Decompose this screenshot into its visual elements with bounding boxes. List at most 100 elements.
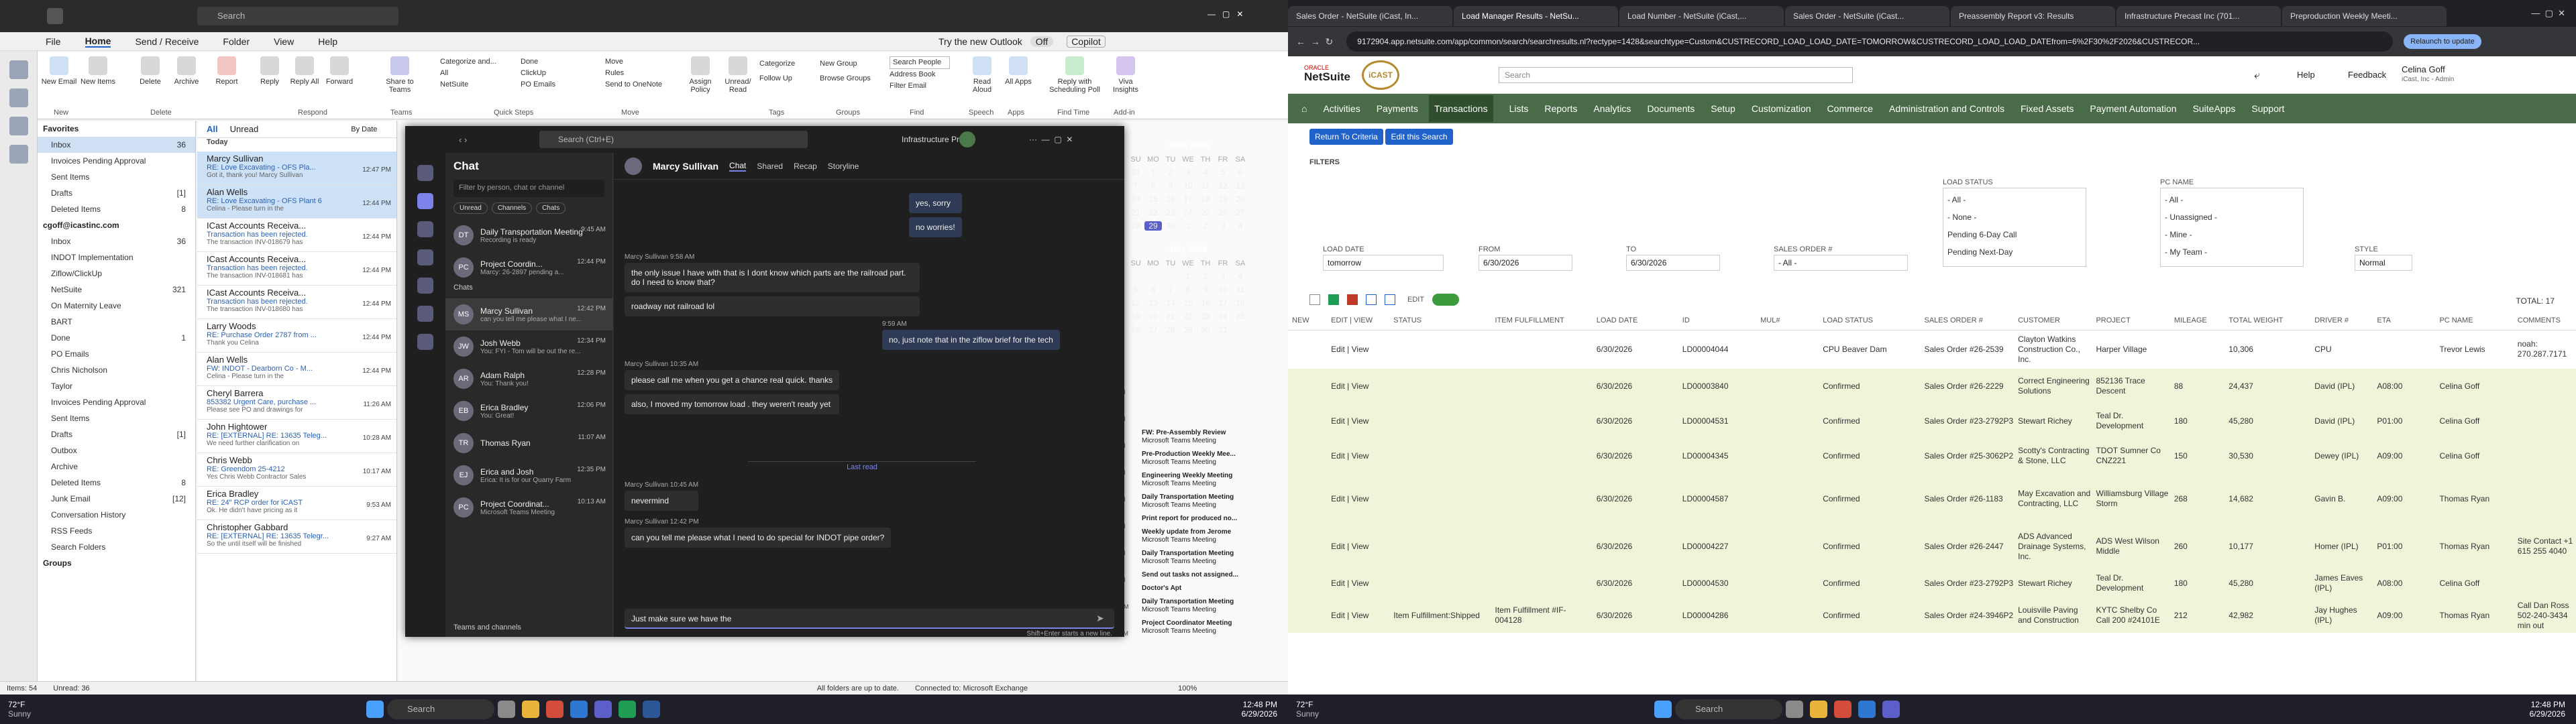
- tab-recap[interactable]: Recap: [794, 162, 817, 171]
- calendar-icon[interactable]: [417, 249, 433, 265]
- start-icon[interactable]: [366, 701, 384, 718]
- style-select[interactable]: Normal: [2355, 255, 2412, 271]
- listbox-option[interactable]: - My Team -: [2165, 243, 2299, 261]
- report-button[interactable]: Report: [208, 56, 246, 86]
- folder-item[interactable]: Outbox: [38, 442, 195, 459]
- from-date-input[interactable]: 6/30/2026: [1479, 255, 1572, 271]
- folder-item[interactable]: On Maternity Leave: [38, 298, 195, 314]
- folder-item[interactable]: Deleted Items 8: [38, 475, 195, 491]
- column-header[interactable]: COMMENTS: [2513, 311, 2576, 330]
- task-view-icon[interactable]: [498, 701, 516, 718]
- quick-steps[interactable]: Categorize and... All NetSuite: [440, 56, 496, 90]
- load-status-listbox[interactable]: - All -- None - Pending 6-Day Call Pending…: [1943, 188, 2086, 267]
- find-group[interactable]: Search People Address Book Filter Email: [890, 56, 950, 92]
- calendar-day[interactable]: 1: [1179, 221, 1197, 231]
- new-outlook-toggle[interactable]: Off: [1030, 36, 1054, 47]
- nav-lists[interactable]: Lists: [1509, 103, 1529, 114]
- listbox-option[interactable]: Pending Next-Day: [1947, 243, 2082, 261]
- calendar-day[interactable]: 21: [1127, 208, 1144, 217]
- browser-tab[interactable]: Load Manager Results - NetSu...: [1454, 6, 1618, 26]
- edit-view-link[interactable]: Edit | View: [1327, 369, 1390, 404]
- agenda-item[interactable]: Daily Transportation Meeting Microsoft Te…: [1142, 550, 1276, 566]
- calls-icon[interactable]: [417, 278, 433, 294]
- calendar-day[interactable]: 11: [1232, 285, 1249, 294]
- chat-item[interactable]: MS Marcy Sullivan can you tell me please w…: [445, 298, 612, 330]
- calendar-day[interactable]: 22: [1144, 208, 1162, 217]
- assign-policy-button[interactable]: Assign Policy: [682, 56, 719, 94]
- menu-help[interactable]: Help: [318, 36, 337, 47]
- clock-time[interactable]: 12:48 PM: [2530, 700, 2565, 709]
- avatar[interactable]: [959, 131, 975, 147]
- calendar-day[interactable]: 28: [1127, 221, 1144, 231]
- nav-payments[interactable]: Payments: [1377, 103, 1418, 114]
- folder-item[interactable]: INDOT Implementation: [38, 249, 195, 265]
- calendar-day[interactable]: 9: [1162, 181, 1179, 190]
- calendar-day[interactable]: 2: [1197, 221, 1214, 231]
- chat-item[interactable]: TR Thomas Ryan 11:07 AM: [445, 427, 612, 459]
- calendar-day[interactable]: 12: [1214, 181, 1232, 190]
- teams-icon[interactable]: [417, 221, 433, 237]
- chat-item[interactable]: DT Daily Transportation Meeting Recording …: [445, 219, 612, 251]
- nav-commerce[interactable]: Commerce: [1827, 103, 1873, 114]
- search-input[interactable]: Search: [197, 7, 398, 25]
- calendar-day[interactable]: 18: [1197, 194, 1214, 204]
- browser-tab[interactable]: Infrastructure Precast Inc (701...: [2116, 6, 2281, 26]
- calendar-day[interactable]: 19: [1214, 194, 1232, 204]
- browser-tab[interactable]: Preproduction Weekly Meeti...: [2282, 6, 2447, 26]
- list-item[interactable]: Chris Webb RE: Greendom 25-4212 Yes Chris …: [197, 453, 396, 487]
- folder-item[interactable]: Drafts [1]: [38, 426, 195, 442]
- column-header[interactable]: NEW: [1288, 311, 1328, 330]
- tab-shared[interactable]: Shared: [757, 162, 783, 171]
- rules-button[interactable]: Rules: [605, 68, 662, 79]
- agenda-item[interactable]: Doctor's Apt: [1142, 585, 1276, 593]
- calendar-day[interactable]: 7: [1162, 285, 1179, 294]
- folder-item[interactable]: Groups: [38, 555, 195, 571]
- sales-order-select[interactable]: - All -: [1774, 255, 1908, 271]
- weather-temp[interactable]: 72°F: [8, 700, 31, 709]
- chat-filter-input[interactable]: Filter by person, chat or channel: [453, 180, 604, 197]
- calendar-day[interactable]: 11: [1197, 181, 1214, 190]
- to-date-input[interactable]: 6/30/2026: [1626, 255, 1720, 271]
- send-icon[interactable]: ➤: [1096, 613, 1108, 625]
- browse-groups-button[interactable]: Browse Groups: [820, 71, 871, 86]
- folder-item[interactable]: Chris Nicholson: [38, 362, 195, 378]
- qs-categorize[interactable]: Categorize and...: [440, 56, 496, 68]
- address-book-button[interactable]: Address Book: [890, 69, 950, 80]
- new-group-button[interactable]: New Group: [820, 56, 871, 71]
- calendar-day[interactable]: 24: [1179, 208, 1197, 217]
- share-to-teams-button[interactable]: Share to Teams: [381, 56, 419, 94]
- word-icon[interactable]: [643, 701, 661, 718]
- filter-unread[interactable]: Unread: [453, 202, 488, 214]
- agenda-item[interactable]: Weekly update from Jerome Microsoft Teams…: [1142, 528, 1276, 544]
- calendar-day[interactable]: 16: [1197, 298, 1214, 308]
- menu-file[interactable]: File: [46, 36, 61, 47]
- nav-administration-and-controls[interactable]: Administration and Controls: [1889, 103, 2004, 114]
- nav-documents[interactable]: Documents: [1647, 103, 1695, 114]
- calendar-day[interactable]: 3: [1214, 272, 1232, 281]
- calendar-day[interactable]: 7: [1127, 181, 1144, 190]
- calendar-day[interactable]: 2: [1197, 272, 1214, 281]
- folder-item[interactable]: Search Folders: [38, 539, 195, 555]
- tab-unread[interactable]: Unread: [230, 124, 259, 134]
- filter-chats[interactable]: Chats: [536, 202, 566, 214]
- return-to-criteria-button[interactable]: Return To Criteria: [1309, 129, 1383, 145]
- folder-item[interactable]: cgoff@icastinc.com: [38, 217, 195, 233]
- edit-view-link[interactable]: Edit | View: [1327, 598, 1390, 633]
- email-icon[interactable]: [1385, 294, 1395, 305]
- calendar-day[interactable]: 30: [1162, 221, 1179, 231]
- nav-fixed-assets[interactable]: Fixed Assets: [2021, 103, 2074, 114]
- calendar-day[interactable]: 9: [1197, 285, 1214, 294]
- folder-item[interactable]: Invoices Pending Approval: [38, 153, 195, 169]
- column-header[interactable]: SALES ORDER #: [1920, 311, 2015, 330]
- list-item[interactable]: Cheryl Barrera 853382 Urgent Care, purcha…: [197, 386, 396, 420]
- clock-date[interactable]: 6/29/2026: [1242, 709, 1277, 719]
- calendar-day[interactable]: 8: [1179, 285, 1197, 294]
- tags-group[interactable]: Categorize Follow Up: [759, 56, 795, 86]
- folder-item[interactable]: Archive: [38, 459, 195, 475]
- tab-chat[interactable]: Chat: [729, 161, 747, 172]
- calendar-day[interactable]: 29: [1179, 325, 1197, 335]
- edit-view-link[interactable]: Edit | View: [1327, 438, 1390, 473]
- weather-temp[interactable]: 72°F: [1296, 700, 1319, 709]
- teams-app-icon[interactable]: [594, 701, 612, 718]
- listbox-option[interactable]: - All -: [2165, 191, 2299, 208]
